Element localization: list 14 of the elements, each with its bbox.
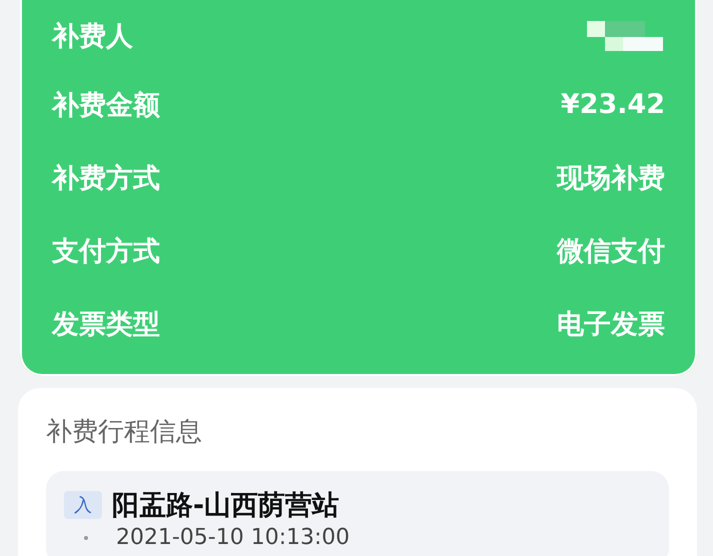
field-value: 电子发票 (557, 308, 665, 342)
dot-icon (84, 536, 88, 540)
field-value: 现场补费 (557, 162, 665, 196)
field-label: 补费金额 (52, 88, 160, 122)
field-value: 微信支付 (557, 234, 665, 268)
field-value: ¥23.42 (560, 89, 665, 120)
section-title: 补费行程信息 (46, 416, 203, 449)
station-name: 阳盂路-山西荫营站 (112, 489, 340, 523)
trip-time: 2021-05-10 10:13:00 (116, 525, 350, 550)
field-label: 补费方式 (52, 162, 160, 196)
field-label: 补费人 (52, 20, 133, 54)
entry-badge: 入 (64, 491, 102, 519)
field-label: 支付方式 (52, 234, 160, 268)
field-label: 发票类型 (52, 308, 160, 342)
